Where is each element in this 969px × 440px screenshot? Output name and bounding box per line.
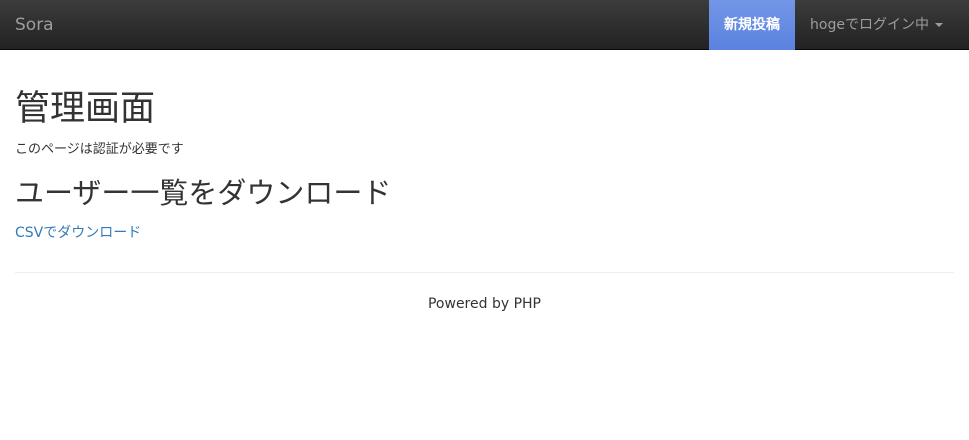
page-title: 管理画面 <box>15 89 156 129</box>
navbar: Sora 新規投稿 hogeでログイン中 <box>0 0 969 50</box>
section-title: ユーザー一覧をダウンロード <box>15 176 392 210</box>
auth-note: このページは認証が必要です <box>15 142 184 157</box>
brand-link[interactable]: Sora <box>15 0 54 50</box>
caret-down-icon <box>934 23 943 27</box>
user-menu-dropdown[interactable]: hogeでログイン中 <box>795 0 958 50</box>
footer-divider <box>15 272 954 273</box>
csv-download-link[interactable]: CSVでダウンロード <box>15 223 141 243</box>
footer-text: Powered by PHP <box>427 296 541 312</box>
new-post-button[interactable]: 新規投稿 <box>709 0 795 50</box>
user-menu-label: hogeでログイン中 <box>810 17 929 33</box>
